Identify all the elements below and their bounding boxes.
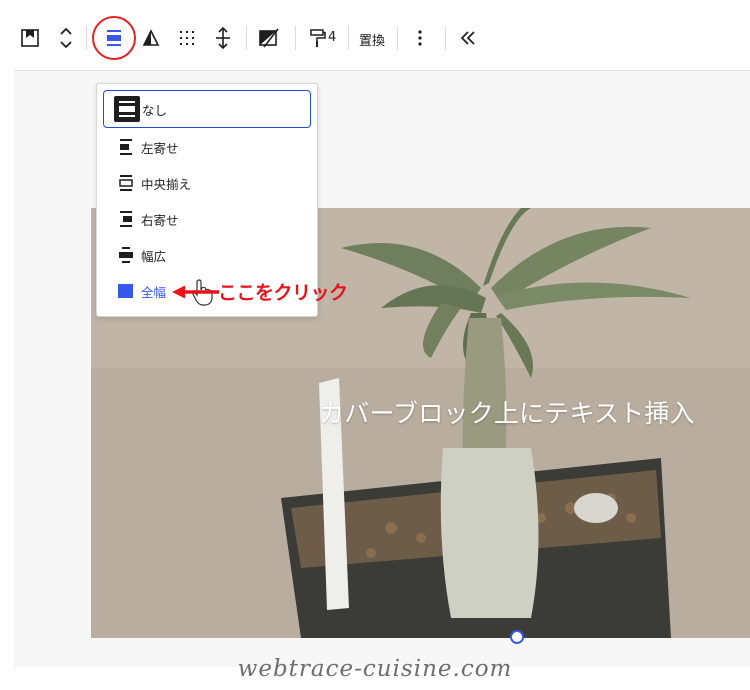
duotone-icon[interactable] [256, 24, 284, 52]
align-option-left[interactable]: 左寄せ [103, 128, 311, 166]
align-left-icon [113, 134, 139, 160]
arrow-left-icon [172, 285, 219, 299]
block-toolbar: 4 置換 [0, 0, 750, 72]
align-option-right[interactable]: 右寄せ [103, 200, 311, 238]
toolbar-separator [86, 26, 87, 50]
toolbar-separator [246, 26, 247, 50]
align-right-icon [113, 206, 139, 232]
resize-handle[interactable] [510, 630, 524, 644]
align-option-none[interactable]: なし [103, 90, 311, 128]
grid-dots-icon[interactable] [173, 24, 201, 52]
watermark-text: webtrace-cuisine.com [237, 656, 513, 682]
block-type-icon[interactable] [16, 24, 44, 52]
align-option-label: 左寄せ [141, 140, 179, 156]
align-option-wide[interactable]: 幅広 [103, 236, 311, 274]
replace-button[interactable]: 置換 [359, 30, 385, 49]
toolbar-separator [445, 26, 446, 50]
align-icon[interactable] [100, 24, 128, 52]
annotation-text: ここをクリック [218, 282, 348, 304]
collapse-double-chevron-icon[interactable] [454, 24, 482, 52]
toolbar-separator [295, 26, 296, 50]
align-wide-icon [113, 242, 139, 268]
toolbar-separator [397, 26, 398, 50]
align-option-label: 右寄せ [141, 212, 179, 228]
cover-heading[interactable]: カバーブロック上にテキスト挿入 [319, 394, 695, 430]
move-updown-icon[interactable] [52, 24, 80, 52]
style-count: 4 [328, 30, 337, 45]
align-option-label: 幅広 [141, 248, 167, 264]
contrast-icon[interactable] [137, 24, 165, 52]
align-option-label: なし [142, 102, 168, 118]
align-none-icon [114, 96, 140, 122]
toolbar-separator [348, 26, 349, 50]
align-option-label: 全幅 [141, 284, 167, 300]
align-center-icon [113, 170, 139, 196]
align-full-icon [113, 278, 139, 304]
more-vertical-icon[interactable] [406, 24, 434, 52]
align-option-label: 中央揃え [141, 176, 192, 192]
align-option-center[interactable]: 中央揃え [103, 164, 311, 202]
height-icon[interactable] [209, 24, 237, 52]
